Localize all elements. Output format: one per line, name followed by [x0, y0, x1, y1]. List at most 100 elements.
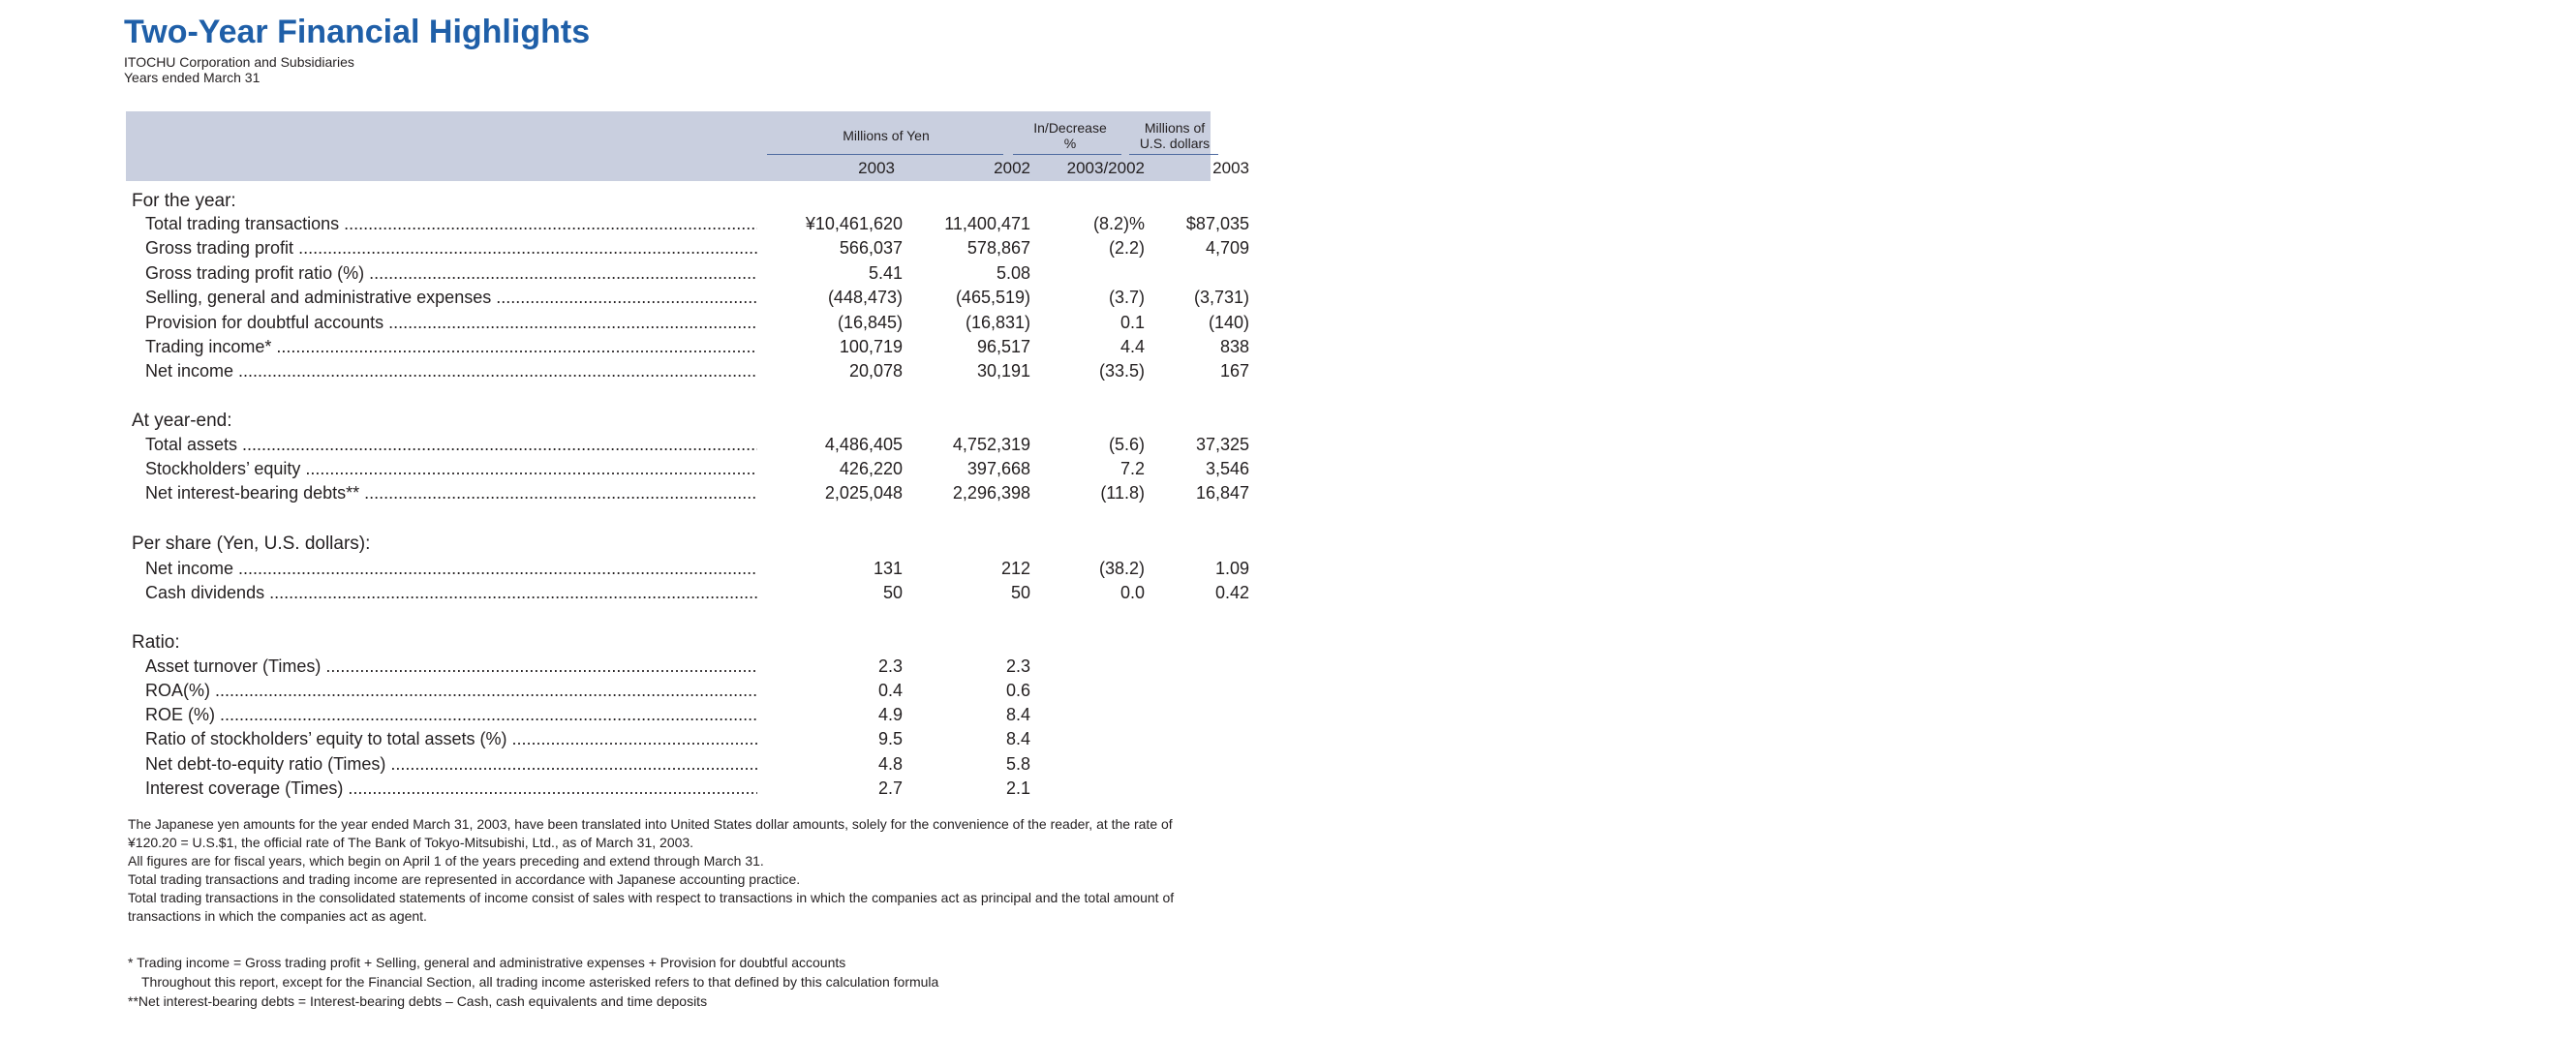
company-name: ITOCHU Corporation and Subsidiaries — [124, 54, 354, 70]
value-2003: 2.7 — [877, 778, 903, 798]
value-change: (2.2) — [1108, 238, 1145, 258]
table-row: Net income 20,078 30,191 (33.5) 167 — [145, 361, 1249, 384]
footnote: ¥120.20 = U.S.$1, the official rate of T… — [128, 835, 694, 850]
table-row: Total assets 4,486,405 4,752,319 (5.6) 37,32… — [145, 435, 1249, 458]
value-2002: 397,668 — [966, 459, 1030, 478]
col-group-yen: Millions of Yen — [843, 128, 930, 143]
value-2003: 9.5 — [877, 729, 903, 748]
value-change: (33.5) — [1098, 361, 1145, 381]
value-2002: 8.4 — [1005, 705, 1030, 724]
table-row: Stockholders’ equity 426,220 397,668 7.2 3,5… — [145, 459, 1249, 482]
section-for-the-year: For the year: — [132, 191, 236, 211]
value-2002: (465,519) — [955, 288, 1030, 307]
row-label: ROA(%) — [145, 681, 757, 701]
table-row: Selling, general and administrative expe… — [145, 288, 1249, 311]
row-label: Selling, general and administrative expe… — [145, 288, 757, 308]
value-usd: 0.42 — [1214, 583, 1249, 602]
value-2002: 8.4 — [1005, 729, 1030, 748]
table-row: Total trading transactions ¥10,461,620 11,… — [145, 214, 1249, 237]
definition-note: Throughout this report, except for the F… — [141, 974, 939, 990]
value-usd: (3,731) — [1193, 288, 1249, 307]
header-rule-yen — [767, 154, 1003, 155]
footnote: All figures are for fiscal years, which … — [128, 853, 764, 869]
row-label: Cash dividends — [145, 583, 757, 603]
footnote: Total trading transactions in the consol… — [128, 890, 1175, 905]
value-2003: 4.8 — [877, 754, 903, 774]
row-label: Gross trading profit — [145, 238, 757, 259]
value-2002: 2,296,398 — [952, 483, 1030, 503]
col-year-2002: 2002 — [994, 159, 1030, 177]
definition-net-debt: **Net interest-bearing debts = Interest-… — [128, 993, 708, 1009]
table-row: ROA(%) 0.4 0.6 — [145, 681, 1211, 704]
col-year-2003: 2003 — [858, 159, 895, 177]
value-2003: 4.9 — [877, 705, 903, 724]
table-row: Net interest-bearing debts** 2,025,048 2,2… — [145, 483, 1249, 506]
row-label: Ratio of stockholders’ equity to total a… — [145, 729, 757, 749]
value-usd: 3,546 — [1205, 459, 1249, 478]
value-2002: 5.8 — [1005, 754, 1030, 774]
value-2003: 100,719 — [839, 337, 903, 356]
footnote: transactions in which the companies act … — [128, 908, 427, 924]
value-2003: 4,486,405 — [824, 435, 903, 454]
fiscal-period: Years ended March 31 — [124, 70, 261, 85]
row-label: Trading income* — [145, 337, 757, 357]
table-row: Provision for doubtful accounts (16,845) (… — [145, 313, 1249, 336]
row-label: Gross trading profit ratio (%) — [145, 263, 757, 284]
value-change: 4.4 — [1119, 337, 1145, 356]
value-usd: 16,847 — [1195, 483, 1249, 503]
value-2003: 131 — [873, 559, 903, 578]
value-2003: 50 — [882, 583, 903, 602]
table-row: Interest coverage (Times) 2.7 2.1 — [145, 778, 1211, 802]
col-usd-year: 2003 — [1212, 159, 1249, 177]
table-row: Gross trading profit 566,037 578,867 (2.2) 4… — [145, 238, 1249, 261]
row-label: Total trading transactions — [145, 214, 757, 234]
value-2003: 426,220 — [839, 459, 903, 478]
col-group-change: In/Decrease % — [1017, 120, 1123, 151]
value-change: (5.6) — [1108, 435, 1145, 454]
value-2002: 11,400,471 — [944, 214, 1030, 233]
value-2002: 4,752,319 — [952, 435, 1030, 454]
col-group-usd: Millions of U.S. dollars — [1131, 120, 1218, 151]
value-change: (8.2)% — [1092, 214, 1145, 233]
value-2003: 0.4 — [877, 681, 903, 700]
section-per-share: Per share (Yen, U.S. dollars): — [132, 534, 371, 554]
footnote: Total trading transactions and trading i… — [128, 871, 801, 887]
value-change: (3.7) — [1108, 288, 1145, 307]
value-2002: 2.1 — [1005, 778, 1030, 798]
col-group-usd-line1: Millions of — [1144, 120, 1206, 136]
row-label: Asset turnover (Times) — [145, 656, 757, 677]
page-title: Two-Year Financial Highlights — [124, 14, 591, 50]
value-2002: 5.08 — [996, 263, 1030, 283]
value-usd: 1.09 — [1214, 559, 1249, 578]
value-2002: 96,517 — [976, 337, 1030, 356]
row-label: Net income — [145, 361, 757, 381]
value-2003: (16,845) — [837, 313, 903, 332]
table-row: Ratio of stockholders’ equity to total a… — [145, 729, 1211, 752]
value-2002: 2.3 — [1005, 656, 1030, 676]
value-usd: (140) — [1208, 313, 1249, 332]
col-group-usd-line2: U.S. dollars — [1139, 136, 1211, 151]
footnote: The Japanese yen amounts for the year en… — [128, 816, 1173, 832]
value-2002: (16,831) — [965, 313, 1030, 332]
value-usd: 37,325 — [1195, 435, 1249, 454]
value-2002: 0.6 — [1005, 681, 1030, 700]
row-label: Stockholders’ equity — [145, 459, 757, 479]
value-change: (11.8) — [1100, 483, 1145, 503]
value-2003: ¥10,461,620 — [805, 214, 903, 233]
value-2002: 50 — [1010, 583, 1030, 602]
table-row: Net income 131 212 (38.2) 1.09 — [145, 559, 1249, 582]
value-2003: 2.3 — [877, 656, 903, 676]
value-2002: 212 — [1000, 559, 1030, 578]
row-label: Net income — [145, 559, 757, 579]
col-change-period: 2003/2002 — [1066, 159, 1145, 177]
row-label: ROE (%) — [145, 705, 757, 725]
table-row: Trading income* 100,719 96,517 4.4 838 — [145, 337, 1249, 360]
value-change: 7.2 — [1119, 459, 1145, 478]
section-at-year-end: At year-end: — [132, 411, 232, 431]
header-rule-change — [1013, 154, 1121, 155]
value-2003: (448,473) — [827, 288, 903, 307]
col-group-change-line2: % — [1063, 136, 1077, 151]
table-row: ROE (%) 4.9 8.4 — [145, 705, 1211, 728]
value-usd: 838 — [1219, 337, 1249, 356]
value-2003: 5.41 — [868, 263, 903, 283]
